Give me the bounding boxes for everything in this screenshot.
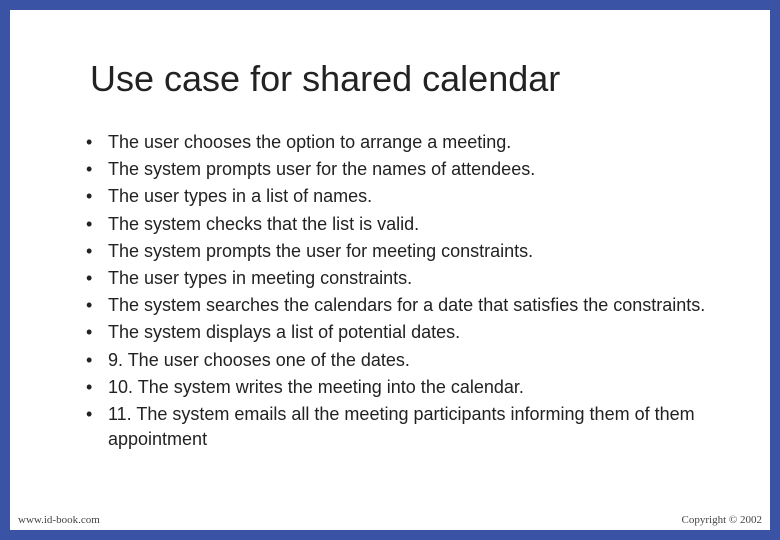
list-item: 10. The system writes the meeting into t…: [80, 375, 720, 400]
list-item: The user types in a list of names.: [80, 184, 720, 209]
slide: Use case for shared calendar The user ch…: [0, 0, 780, 540]
list-item: The system searches the calendars for a …: [80, 293, 720, 318]
bullet-list: The user chooses the option to arrange a…: [60, 130, 720, 452]
footer-copyright: Copyright © 2002: [682, 514, 762, 526]
footer-url: www.id-book.com: [18, 514, 100, 526]
list-item: The system checks that the list is valid…: [80, 212, 720, 237]
list-item: 11. The system emails all the meeting pa…: [80, 402, 720, 452]
list-item: The system displays a list of potential …: [80, 320, 720, 345]
slide-title: Use case for shared calendar: [90, 58, 720, 100]
list-item: The user chooses the option to arrange a…: [80, 130, 720, 155]
list-item: The system prompts the user for meeting …: [80, 239, 720, 264]
list-item: The user types in meeting constraints.: [80, 266, 720, 291]
list-item: 9. The user chooses one of the dates.: [80, 348, 720, 373]
list-item: The system prompts user for the names of…: [80, 157, 720, 182]
